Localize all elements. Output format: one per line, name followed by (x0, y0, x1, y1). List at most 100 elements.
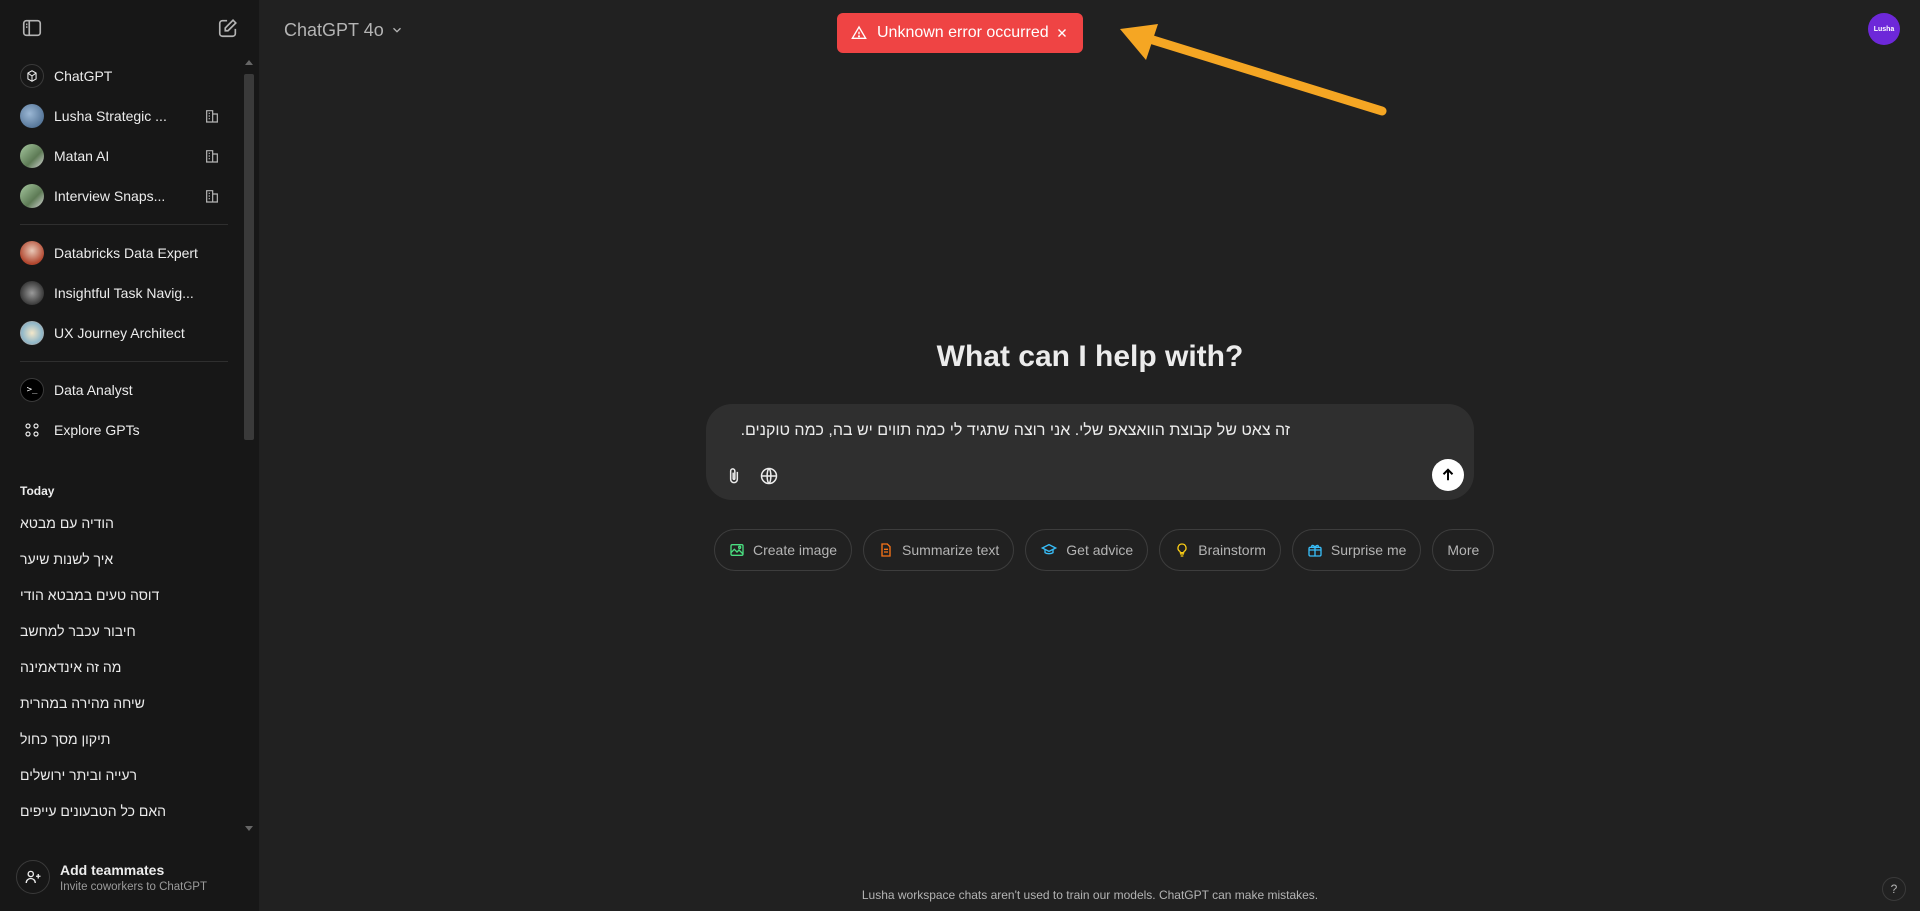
gpt-label: Explore GPTs (54, 422, 140, 438)
close-icon[interactable] (1055, 26, 1069, 40)
help-button[interactable]: ? (1882, 877, 1906, 901)
chat-title: דוסה טעים במבטא הודי (20, 587, 160, 603)
add-teammates-title: Add teammates (60, 861, 165, 878)
edit-icon (218, 19, 237, 38)
chat-item[interactable]: מה זה אינדאמינה (10, 650, 234, 684)
workspace-icon (206, 150, 218, 163)
chat-item[interactable]: שיחה מהירה במהרית (10, 686, 234, 720)
message-composer: זה צאט של קבוצת הוואצאפ שלי. אני רוצה שת… (706, 404, 1474, 500)
toggle-sidebar-button[interactable] (14, 10, 50, 46)
annotation-arrow (1120, 24, 1387, 116)
gpt-item-insightful-task[interactable]: Insightful Task Navig... (10, 275, 234, 311)
chevron-down-icon (392, 27, 401, 33)
avatar[interactable]: Lusha (1868, 13, 1900, 45)
sidebar-scrollbar[interactable] (243, 58, 254, 838)
gpt-item-data-analyst[interactable]: >_ Data Analyst (10, 372, 234, 408)
chat-title: תיקון מסך כחול (20, 731, 111, 747)
chip-surprise-me[interactable]: Surprise me (1291, 529, 1422, 571)
chip-label: Brainstorm (1198, 542, 1266, 558)
scroll-down-arrow[interactable] (245, 826, 253, 831)
paperclip-icon (729, 468, 739, 484)
add-teammates-button[interactable]: Add teammates Invite coworkers to ChatGP… (10, 852, 246, 902)
model-name: ChatGPT 4o (284, 19, 384, 40)
workspace-icon (206, 190, 218, 203)
avatar-icon (20, 104, 44, 128)
gpt-item-interview-snaps[interactable]: Interview Snaps... (10, 178, 234, 214)
gpt-label: Databricks Data Expert (54, 245, 198, 261)
page-title: What can I help with? (936, 340, 1244, 373)
search-web-button[interactable] (753, 460, 785, 492)
scroll-up-arrow[interactable] (245, 60, 253, 65)
sidebar: ChatGPT Lusha Strategic ... Matan AI Int… (0, 0, 260, 911)
chat-item[interactable]: דוסה טעים במבטא הודי (10, 578, 234, 612)
gift-icon (1308, 544, 1322, 557)
chip-label: Surprise me (1330, 542, 1407, 558)
arrow-up-icon (1442, 468, 1454, 481)
chat-title: חיבור עכבר למחשב (20, 623, 136, 639)
chat-title: איך לשנות שיער (20, 551, 114, 567)
new-chat-button[interactable] (210, 10, 246, 46)
chip-label: Get advice (1066, 542, 1134, 558)
chat-title: מה זה אינדאמינה (20, 659, 122, 675)
scrollbar-thumb[interactable] (244, 74, 254, 440)
gpt-label: Data Analyst (54, 382, 133, 398)
chip-label: Create image (753, 542, 838, 558)
chat-item[interactable]: האם כל הטבעונים עייפים (10, 794, 234, 828)
document-icon (881, 543, 891, 557)
chat-item[interactable]: חיבור עכבר למחשב (10, 614, 234, 648)
image-icon (730, 544, 744, 556)
gpt-label: UX Journey Architect (54, 325, 185, 341)
add-users-icon (16, 860, 50, 894)
gpt-item-chatgpt[interactable]: ChatGPT (10, 58, 234, 94)
chip-create-image[interactable]: Create image (714, 529, 853, 571)
graduation-cap-icon (1041, 543, 1058, 555)
chip-brainstorm[interactable]: Brainstorm (1159, 529, 1281, 571)
chat-item[interactable]: תיקון מסך כחול (10, 722, 234, 756)
gpt-label: Lusha Strategic ... (54, 108, 167, 124)
chat-title: האם כל הטבעונים עייפים (20, 803, 167, 819)
sidebar-scroll-area: ChatGPT Lusha Strategic ... Matan AI Int… (0, 56, 244, 836)
gpt-item-lusha-strategic[interactable]: Lusha Strategic ... (10, 98, 234, 134)
gpt-label: Interview Snaps... (54, 188, 166, 204)
grid-icon (20, 418, 44, 442)
help-label: ? (1890, 882, 1898, 896)
explore-gpts-link[interactable]: Explore GPTs (10, 412, 234, 448)
gpt-label: Matan AI (54, 148, 110, 164)
warning-icon (851, 25, 867, 41)
model-selector[interactable]: ChatGPT 4o (276, 14, 412, 46)
toast-message: Unknown error occurred (877, 24, 1049, 41)
sidebar-divider (20, 224, 228, 225)
chatgpt-logo-icon (20, 64, 44, 88)
chat-title: הודיה עם מבטא (20, 515, 114, 531)
profile-label: Lusha (1873, 25, 1895, 33)
gpt-label: ChatGPT (54, 68, 113, 84)
chat-item[interactable]: איך לשנות שיער (10, 542, 234, 576)
chip-label: Summarize text (902, 542, 1000, 558)
terminal-icon: >_ (20, 378, 44, 402)
chat-item[interactable]: הודיה עם מבטא (10, 506, 234, 540)
chip-summarize-text[interactable]: Summarize text (863, 529, 1015, 571)
sidebar-toggle-icon (22, 19, 42, 37)
app-window: ChatGPT Lusha Strategic ... Matan AI Int… (0, 0, 1920, 911)
workspace-icon (206, 110, 218, 123)
globe-icon (760, 467, 778, 485)
sidebar-header (0, 0, 260, 56)
attach-button[interactable] (718, 460, 750, 492)
chip-get-advice[interactable]: Get advice (1025, 529, 1149, 571)
gpt-item-databricks[interactable]: Databricks Data Expert (10, 235, 234, 271)
add-teammates-subtitle: Invite coworkers to ChatGPT (60, 880, 207, 893)
send-button[interactable] (1432, 459, 1464, 491)
chat-title: שיחה מהירה במהרית (20, 695, 145, 711)
avatar-icon (20, 281, 44, 305)
prompt-input[interactable]: זה צאט של קבוצת הוואצאפ שלי. אני רוצה שת… (741, 422, 1290, 440)
gpt-item-matan-ai[interactable]: Matan AI (10, 138, 234, 174)
gpt-label: Insightful Task Navig... (54, 285, 194, 301)
avatar-icon (20, 241, 44, 265)
suggestion-chips: Create image Summarize text Get advice B… (714, 529, 1495, 571)
chip-more[interactable]: More (1432, 529, 1495, 571)
error-toast: Unknown error occurred (837, 13, 1083, 53)
avatar-icon (20, 144, 44, 168)
avatar-icon (20, 184, 44, 208)
disclaimer-text: Lusha workspace chats aren't used to tra… (861, 888, 1319, 902)
chat-item[interactable]: רעייה וביתר ירושלים (10, 758, 234, 792)
